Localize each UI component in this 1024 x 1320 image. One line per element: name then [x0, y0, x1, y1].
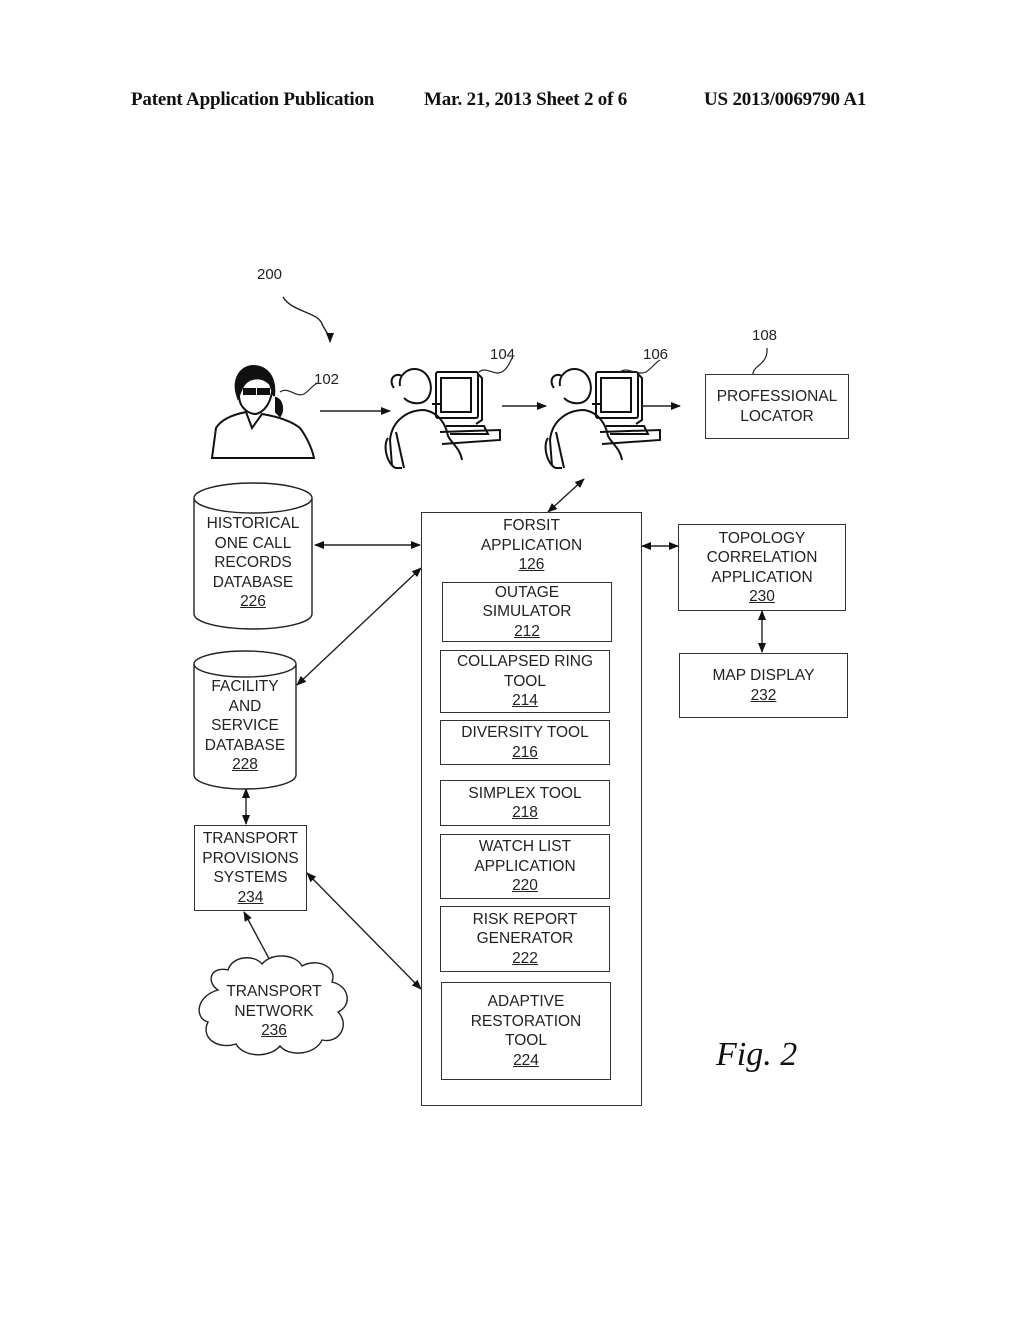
locator-ref-number: 108	[752, 327, 778, 344]
db-label: AND	[228, 697, 262, 715]
historical-db-label: HISTORICAL ONE CALL RECORDS DATABASE 226	[194, 514, 312, 612]
arrow-facility-forsit	[296, 567, 422, 686]
db-label: DATABASE	[204, 736, 286, 754]
module-label: GENERATOR	[476, 930, 574, 948]
transport-network-label: TRANSPORT NETWORK 236	[214, 982, 334, 1041]
map-display-label: MAP DISPLAY	[712, 667, 815, 684]
professional-locator-label-2: LOCATOR	[740, 407, 814, 425]
module-number: 214	[512, 692, 538, 710]
module-number: 212	[514, 622, 540, 640]
module-number: 220	[512, 877, 538, 895]
topology-label: CORRELATION	[706, 549, 818, 566]
arrow-operator2-forsit	[547, 478, 585, 513]
module-label: RESTORATION	[470, 1012, 582, 1030]
module-diversity-tool: DIVERSITY TOOL 216	[440, 720, 610, 765]
provisions-number: 234	[237, 888, 264, 906]
forsit-label-2: APPLICATION	[480, 536, 583, 554]
module-simplex-tool: SIMPLEX TOOL 218	[440, 780, 610, 826]
operator2-ref-number: 106	[643, 346, 669, 363]
module-label: ADAPTIVE	[487, 993, 565, 1010]
module-label: OUTAGE	[494, 583, 560, 601]
module-label: SIMULATOR	[482, 603, 572, 621]
provisions-label: TRANSPORT	[202, 830, 299, 847]
db-label: DATABASE	[212, 573, 294, 591]
topology-label: APPLICATION	[711, 568, 813, 586]
topology-label: TOPOLOGY	[718, 529, 806, 547]
figure-ref-leader	[282, 296, 334, 343]
caller-ref-number: 102	[314, 371, 340, 388]
figure-caption: Fig. 2	[716, 1036, 798, 1073]
figure-ref-number: 200	[257, 266, 283, 283]
module-label: RISK REPORT	[472, 910, 578, 928]
provisions-label: SYSTEMS	[213, 869, 288, 886]
topology-correlation-box: TOPOLOGY CORRELATION APPLICATION 230	[678, 524, 846, 611]
network-label: TRANSPORT	[226, 983, 322, 1000]
module-label: TOOL	[505, 1032, 547, 1049]
module-label: DIVERSITY TOOL	[461, 724, 589, 741]
module-number: 224	[513, 1051, 539, 1069]
map-display-box: MAP DISPLAY 232	[679, 653, 848, 718]
operator1-ref-number: 104	[490, 346, 516, 363]
forsit-application-title: FORSIT APPLICATION 126	[421, 516, 642, 575]
db-number: 228	[232, 756, 258, 773]
module-watch-list-application: WATCH LIST APPLICATION 220	[440, 834, 610, 899]
module-risk-report-generator: RISK REPORT GENERATOR 222	[440, 906, 610, 972]
module-collapsed-ring-tool: COLLAPSED RING TOOL 214	[440, 650, 610, 713]
module-number: 216	[512, 743, 538, 761]
module-number: 218	[512, 804, 538, 821]
module-outage-simulator: OUTAGE SIMULATOR 212	[442, 582, 612, 642]
module-label: TOOL	[504, 672, 546, 690]
module-label: WATCH LIST	[478, 838, 572, 856]
module-adaptive-restoration-tool: ADAPTIVE RESTORATION TOOL 224	[441, 982, 611, 1080]
module-label: SIMPLEX TOOL	[468, 784, 582, 802]
operator-at-computer-icon	[544, 368, 661, 469]
transport-provisions-box: TRANSPORT PROVISIONS SYSTEMS 234	[194, 825, 307, 911]
module-label: APPLICATION	[474, 857, 576, 875]
db-number: 226	[240, 593, 266, 610]
network-number: 236	[261, 1022, 287, 1039]
db-label: HISTORICAL	[206, 515, 300, 532]
db-label: ONE CALL	[214, 534, 292, 552]
db-label: FACILITY	[211, 678, 279, 695]
caller-on-phone-icon	[210, 364, 316, 459]
facility-db-label: FACILITY AND SERVICE DATABASE 228	[194, 677, 296, 775]
network-label: NETWORK	[234, 1002, 314, 1020]
module-label: COLLAPSED RING	[456, 653, 594, 671]
forsit-number: 126	[518, 556, 545, 573]
forsit-label-1: FORSIT	[503, 517, 560, 534]
db-label: RECORDS	[214, 554, 292, 571]
operator-at-computer-icon	[384, 368, 501, 469]
module-number: 222	[512, 949, 538, 967]
topology-number: 230	[749, 588, 775, 605]
db-label: SERVICE	[211, 717, 279, 734]
provisions-label: PROVISIONS	[202, 849, 299, 867]
professional-locator-box: PROFESSIONAL LOCATOR	[705, 374, 849, 439]
professional-locator-label-1: PROFESSIONAL	[716, 388, 838, 405]
map-display-number: 232	[750, 686, 777, 704]
